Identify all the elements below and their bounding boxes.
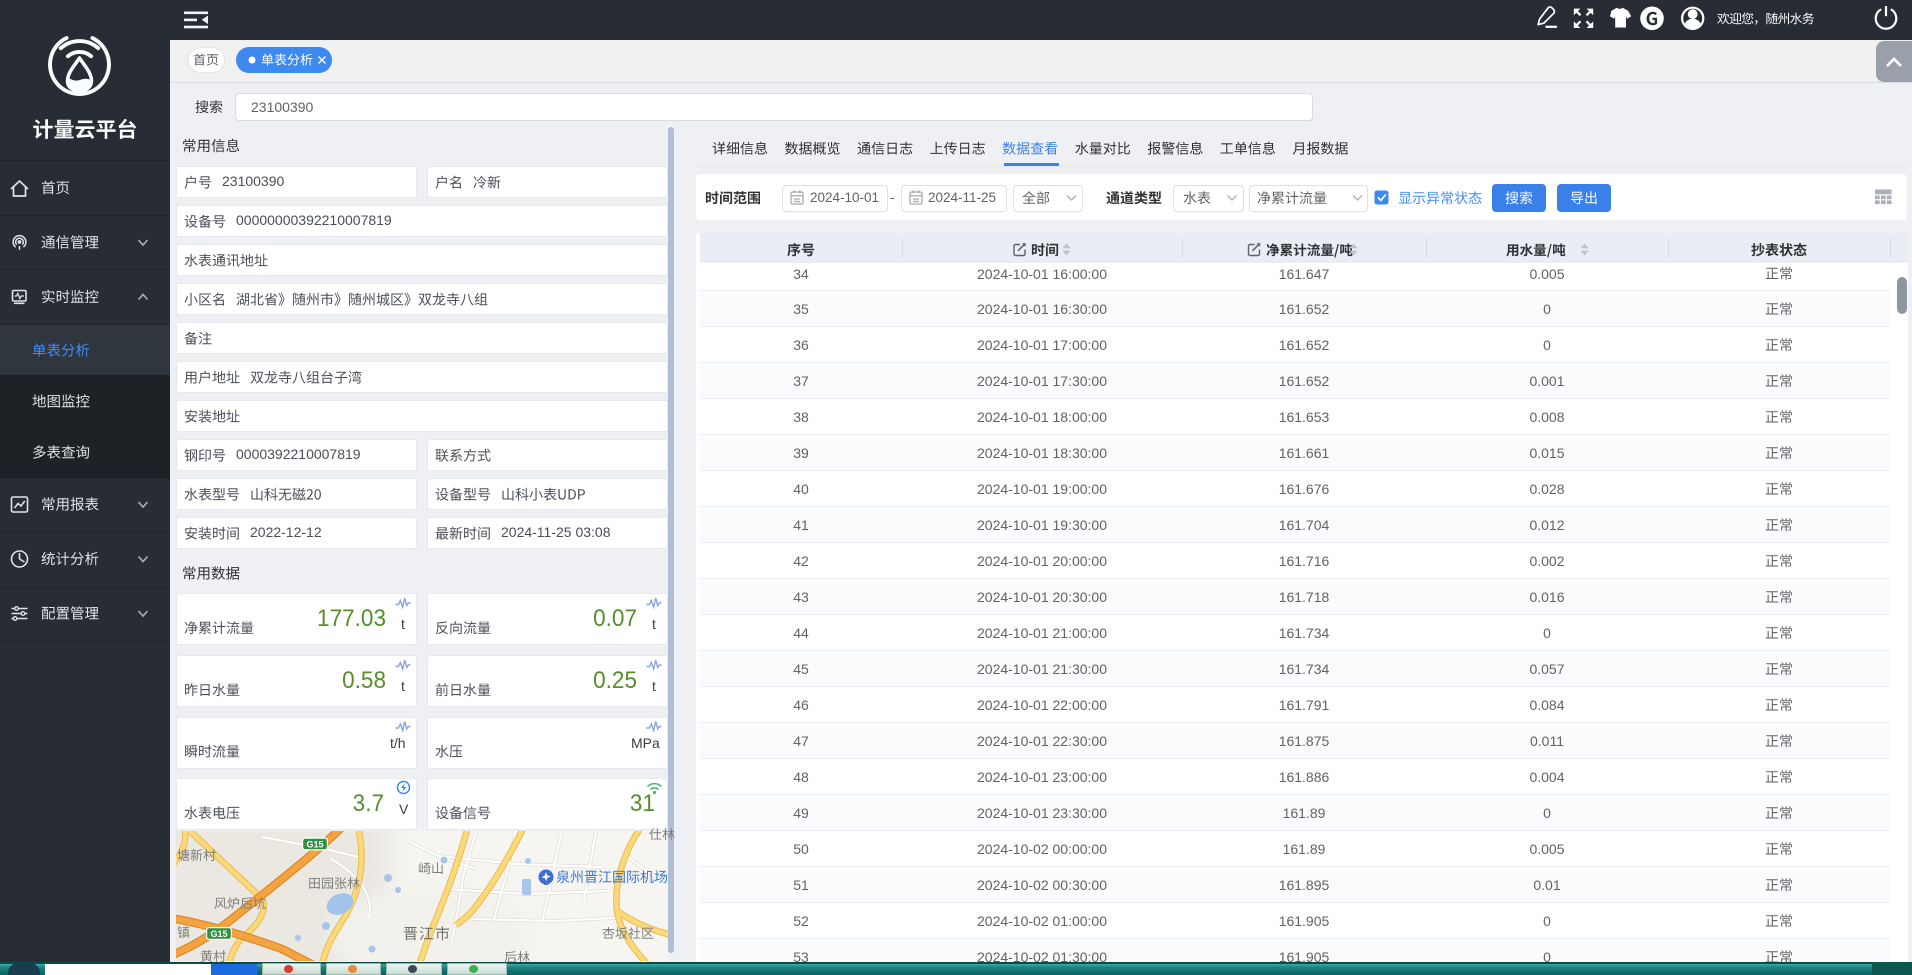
svg-text:G15: G15 xyxy=(306,840,323,850)
svg-text:G15: G15 xyxy=(210,929,227,939)
